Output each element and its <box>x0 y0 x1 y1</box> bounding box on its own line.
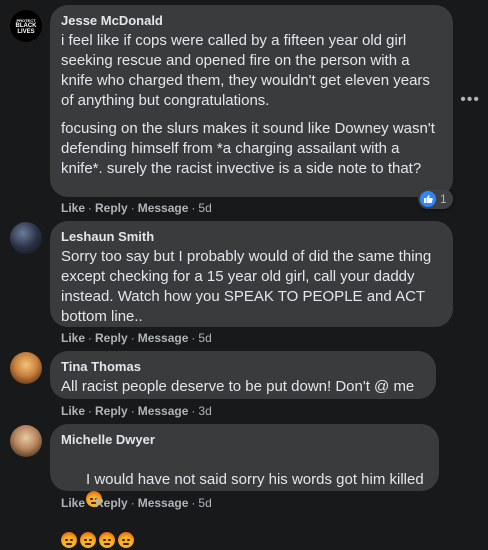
avatar[interactable] <box>10 222 42 254</box>
comment-time[interactable]: 3d <box>198 404 211 418</box>
reply-link[interactable]: Reply <box>95 404 128 418</box>
comment-actions: Like · Reply · Message · 5d <box>61 331 212 345</box>
comment-author[interactable]: Leshaun Smith <box>61 229 441 245</box>
comment-time[interactable]: 5d <box>198 496 211 510</box>
like-link[interactable]: Like <box>61 404 85 418</box>
comment-bubble: Leshaun Smith Sorry too say but I probab… <box>50 221 453 327</box>
angry-face-icon <box>118 532 134 548</box>
reaction-count: 1 <box>440 192 447 206</box>
reply-link[interactable]: Reply <box>95 201 128 215</box>
angry-face-icon <box>80 532 96 548</box>
angry-face-icon <box>61 532 77 548</box>
comment-bubble: Tina Thomas All racist people deserve to… <box>50 351 436 399</box>
message-link[interactable]: Message <box>138 331 189 345</box>
avatar[interactable] <box>10 425 42 457</box>
comment-actions: Like · Reply · Message · 5d <box>61 496 212 510</box>
message-link[interactable]: Message <box>138 496 189 510</box>
angry-face-icon <box>99 532 115 548</box>
like-icon <box>420 191 436 207</box>
comment-actions: Like · Reply · Message · 5d <box>61 201 212 215</box>
comment-author[interactable]: Jesse McDonald <box>61 13 441 29</box>
comment-time[interactable]: 5d <box>198 201 211 215</box>
avatar[interactable] <box>10 352 42 384</box>
comment-text: Sorry too say but I probably would of di… <box>61 248 436 325</box>
comment-author[interactable]: Tina Thomas <box>61 359 424 375</box>
comment-author[interactable]: Michelle Dwyer <box>61 432 427 448</box>
comment-time[interactable]: 5d <box>198 331 211 345</box>
comment-text: focusing on the slurs makes it sound lik… <box>61 120 440 177</box>
emoji-row <box>61 532 427 550</box>
comment-bubble: Jesse McDonald i feel like if cops were … <box>50 5 453 197</box>
comment-text: I would have not said sorry his words go… <box>61 450 427 530</box>
like-link[interactable]: Like <box>61 201 85 215</box>
reaction-summary[interactable]: 1 <box>418 189 453 209</box>
comment-bubble: Michelle Dwyer I would have not said sor… <box>50 424 439 548</box>
comment-text: All racist people deserve to be put down… <box>61 378 415 395</box>
avatar[interactable]: PROTECT BLACK LIVES <box>10 10 42 42</box>
comment-text-content: I would have not said sorry his words go… <box>86 471 424 488</box>
avatar-text-line: LIVES <box>17 28 35 35</box>
like-link[interactable]: Like <box>61 331 85 345</box>
comment-actions: Like · Reply · Message · 3d <box>61 404 212 418</box>
comment-text: i feel like if cops were called by a fif… <box>61 32 435 109</box>
message-link[interactable]: Message <box>138 201 189 215</box>
more-options-icon[interactable]: ••• <box>460 92 480 108</box>
reply-link[interactable]: Reply <box>95 331 128 345</box>
message-link[interactable]: Message <box>138 404 189 418</box>
reply-link[interactable]: Reply <box>95 496 128 510</box>
like-link[interactable]: Like <box>61 496 85 510</box>
